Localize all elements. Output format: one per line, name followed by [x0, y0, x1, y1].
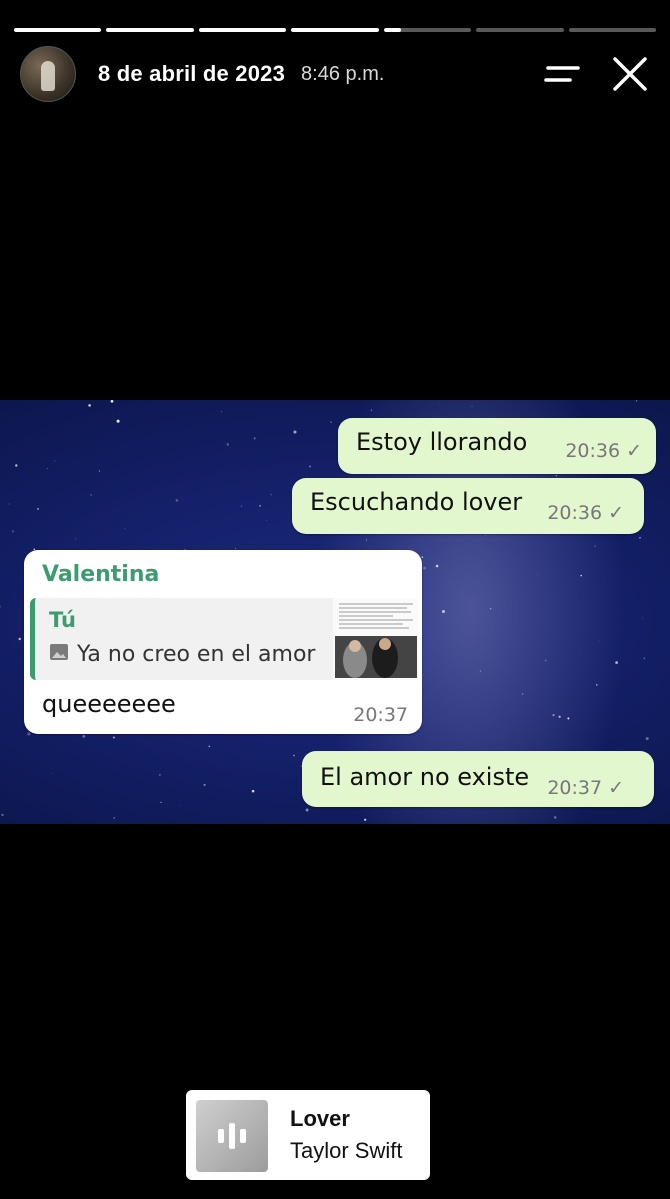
sender-name: Valentina: [42, 562, 160, 587]
progress-segment: [383, 28, 472, 32]
music-sticker[interactable]: Lover Taylor Swift: [186, 1090, 430, 1180]
message-bubble-outgoing: El amor no existe 20:37 ✓: [302, 751, 654, 807]
message-text: queeeeeee: [42, 690, 176, 718]
message-bubble-incoming: Valentina Tú Ya no creo en el amor queee…: [24, 550, 422, 734]
progress-fill: [291, 28, 379, 32]
story-time: 8:46 p.m.: [301, 62, 385, 85]
progress-fill: [198, 28, 287, 32]
progress-fill: [383, 28, 402, 32]
message-time: 20:37: [353, 704, 408, 726]
message-text: Escuchando lover: [310, 488, 523, 516]
message-text: Estoy llorando: [356, 428, 528, 456]
song-title: Lover: [290, 1106, 350, 1131]
menu-icon[interactable]: [542, 54, 582, 94]
progress-segment: [476, 28, 564, 32]
message-bubble-outgoing: Escuchando lover 20:36 ✓: [292, 478, 644, 534]
progress-segment: [568, 28, 656, 32]
progress-fill: [14, 28, 102, 32]
image-icon: [49, 642, 69, 667]
quote-author: Tú: [49, 608, 76, 632]
avatar[interactable]: [20, 46, 76, 102]
message-text: El amor no existe: [320, 763, 530, 791]
quote-thumbnail: [333, 598, 419, 680]
story-date: 8 de abril de 2023: [98, 61, 286, 86]
album-art-icon: [196, 1100, 268, 1172]
progress-fill: [106, 28, 194, 32]
message-time: 20:37: [547, 777, 603, 799]
progress-segment: [14, 28, 102, 32]
message-bubble-outgoing: Estoy llorando 20:36 ✓: [338, 418, 656, 474]
song-artist: Taylor Swift: [290, 1138, 403, 1163]
progress-segment: [291, 28, 379, 32]
close-icon[interactable]: [610, 54, 650, 94]
check-icon: ✓: [608, 502, 624, 524]
quote-text: Ya no creo en el amor: [77, 642, 316, 667]
check-icon: ✓: [608, 777, 624, 799]
progress-segment: [106, 28, 194, 32]
message-time: 20:36: [565, 440, 621, 462]
story-header: 8 de abril de 2023 8:46 p.m.: [20, 46, 650, 102]
message-time: 20:36: [547, 502, 603, 524]
check-icon: ✓: [626, 440, 642, 462]
story-progress-bar: [14, 28, 656, 32]
progress-segment: [198, 28, 287, 32]
chat-screenshot: Estoy llorando 20:36 ✓ Escuchando lover …: [0, 400, 670, 824]
quoted-message[interactable]: Tú Ya no creo en el amor: [30, 598, 419, 680]
